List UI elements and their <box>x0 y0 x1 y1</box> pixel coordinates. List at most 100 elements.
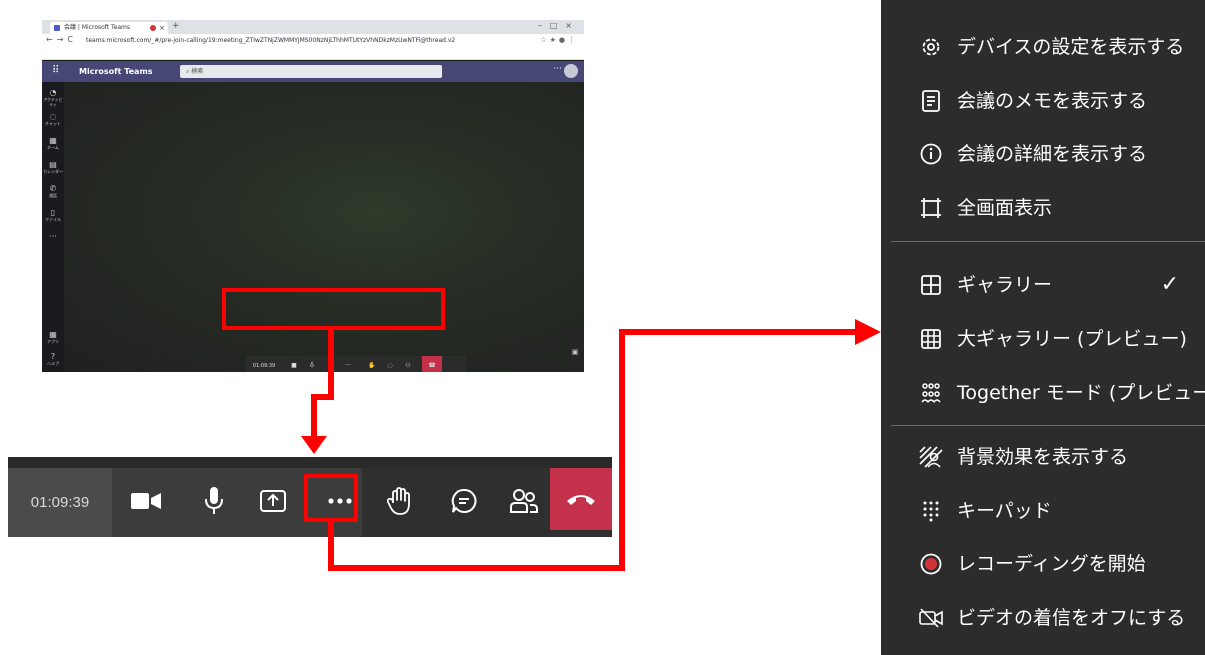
bookmarks-bar <box>42 48 584 60</box>
hang-up-button[interactable] <box>550 468 612 530</box>
video-off-icon <box>919 606 943 630</box>
rail-calls[interactable]: ✆ 通話 <box>42 184 64 198</box>
menu-item-start-recording[interactable]: レコーディングを開始 <box>881 537 1205 591</box>
new-tab-button[interactable]: + <box>172 21 180 31</box>
calendar-icon: ▤ <box>49 160 57 169</box>
menu-item-meeting-details[interactable]: 会議の詳細を表示する <box>881 127 1205 181</box>
menu-item-turn-off-incoming-video[interactable]: ビデオの着信をオフにする <box>881 591 1205 645</box>
phone-icon: ✆ <box>49 184 57 193</box>
menu-item-label: ギャラリー <box>957 274 1053 296</box>
menu-item-label: 会議の詳細を表示する <box>957 143 1148 165</box>
people-icon <box>510 489 538 513</box>
url-field[interactable]: teams.microsoft.com/_#/pre-join-calling/… <box>86 36 486 46</box>
together-mode-icon <box>919 381 943 405</box>
mini-camera-icon[interactable]: ■ <box>286 356 302 372</box>
menu-item-together-mode[interactable]: Together モード (プレビュー) <box>881 366 1205 420</box>
connector-line <box>619 329 857 335</box>
browser-tab[interactable]: 会議 | Microsoft Teams × <box>50 22 168 34</box>
mini-more-icon[interactable]: ··· <box>340 356 356 372</box>
checkmark-icon: ✓ <box>1160 272 1179 297</box>
rail-chat[interactable]: ◌ チャット <box>42 112 64 126</box>
menu-item-label: デバイスの設定を表示する <box>957 36 1185 58</box>
search-placeholder: 検索 <box>191 68 204 75</box>
gear-icon <box>919 35 943 59</box>
info-icon <box>919 142 943 166</box>
rail-apps[interactable]: ▦ アプリ <box>42 330 64 344</box>
avatar[interactable] <box>564 64 578 78</box>
bell-icon: ◔ <box>49 88 57 97</box>
microphone-icon <box>205 487 223 514</box>
mini-hangup-icon[interactable]: ☎ <box>422 356 442 372</box>
menu-item-gallery[interactable]: ギャラリー ✓ <box>881 258 1205 312</box>
menu-item-keypad[interactable]: キーパッド <box>881 484 1205 538</box>
browser-tab-title: 会議 | Microsoft Teams <box>64 24 131 31</box>
participants-button[interactable] <box>501 478 547 524</box>
teams-favicon-icon <box>54 25 60 31</box>
raise-hand-button[interactable] <box>376 478 422 524</box>
highlight-mini-controls <box>222 288 445 330</box>
large-gallery-icon <box>919 327 943 351</box>
chat-bubble-icon <box>451 488 477 513</box>
menu-item-label: 会議のメモを表示する <box>957 90 1148 112</box>
menu-item-label: 大ギャラリー (プレビュー) <box>957 328 1187 350</box>
keypad-icon <box>919 499 943 523</box>
search-input[interactable]: ⌕ 検索 <box>180 65 442 78</box>
menu-item-background-effects[interactable]: 背景効果を表示する <box>881 430 1205 484</box>
browser-tab-bar: 会議 | Microsoft Teams × + –□× <box>42 20 584 34</box>
menu-item-label: キーパッド <box>957 500 1052 522</box>
connector-line <box>311 394 317 438</box>
window-controls[interactable]: –□× <box>538 21 580 30</box>
menu-item-meeting-notes[interactable]: 会議のメモを表示する <box>881 74 1205 128</box>
left-app-rail: ◔ アクティビティ ◌ チャット ▦ チーム ▤ カレンダー ✆ 通話 ▯ ファイル ···… <box>42 82 64 372</box>
mini-hand-icon[interactable]: ✋ <box>364 356 380 372</box>
rail-files[interactable]: ▯ ファイル <box>42 208 64 222</box>
mic-button[interactable] <box>191 478 237 524</box>
connector-line <box>328 565 625 571</box>
rail-more[interactable]: ··· <box>42 232 64 241</box>
address-bar-icons[interactable]: ☆★●⋮ <box>540 36 578 44</box>
record-icon <box>919 552 943 576</box>
arrow-right-icon <box>855 319 881 345</box>
call-bar-top-strip <box>8 457 612 468</box>
menu-item-label: Together モード (プレビュー) <box>957 382 1205 404</box>
rail-label: カレンダー <box>43 169 63 174</box>
mini-timer: 01:09:39 <box>252 363 276 369</box>
close-tab-icon[interactable]: × <box>159 22 165 34</box>
rail-teams[interactable]: ▦ チーム <box>42 136 64 150</box>
rail-label: アクティビティ <box>43 97 63 107</box>
recording-indicator-icon <box>150 25 156 31</box>
rail-activity[interactable]: ◔ アクティビティ <box>42 88 64 107</box>
app-launcher-icon[interactable]: ⠿ <box>52 65 59 76</box>
camera-button[interactable] <box>123 478 169 524</box>
arrow-down-icon <box>301 436 327 454</box>
rail-calendar[interactable]: ▤ カレンダー <box>42 160 64 174</box>
header-more-icon[interactable]: ··· <box>553 64 562 74</box>
rail-help[interactable]: ? ヘルプ <box>42 352 64 366</box>
menu-divider <box>891 241 1205 242</box>
address-bar: ←→C teams.microsoft.com/_#/pre-join-call… <box>42 34 584 48</box>
teams-app-title: Microsoft Teams <box>79 67 153 76</box>
video-camera-icon <box>131 493 161 509</box>
share-screen-icon <box>260 490 286 512</box>
mini-people-icon[interactable]: ⚇ <box>400 356 416 372</box>
menu-item-fullscreen[interactable]: 全画面表示 <box>881 181 1205 235</box>
hand-icon <box>387 487 410 515</box>
call-timer: 01:09:39 <box>30 494 90 511</box>
notes-icon <box>919 89 943 113</box>
share-button[interactable] <box>250 478 296 524</box>
connector-line <box>328 330 334 400</box>
mini-mic-icon[interactable]: ♁ <box>304 356 320 372</box>
menu-item-large-gallery[interactable]: 大ギャラリー (プレビュー) <box>881 312 1205 366</box>
phone-hangup-icon <box>567 495 595 505</box>
menu-item-label: 全画面表示 <box>957 197 1053 219</box>
self-view-toggle[interactable]: ▣ <box>566 332 584 372</box>
help-icon: ? <box>50 352 56 361</box>
chat-button[interactable] <box>441 478 487 524</box>
more-icon: ··· <box>49 232 57 241</box>
nav-buttons[interactable]: ←→C <box>46 35 77 44</box>
rail-label: チーム <box>47 145 59 150</box>
more-actions-menu: デバイスの設定を表示する 会議のメモを表示する 会議の詳細を表示する 全画面表示… <box>881 0 1205 655</box>
menu-item-device-settings[interactable]: デバイスの設定を表示する <box>881 20 1205 74</box>
mini-chat-icon[interactable]: ◌ <box>382 356 398 372</box>
menu-divider <box>891 425 1205 426</box>
